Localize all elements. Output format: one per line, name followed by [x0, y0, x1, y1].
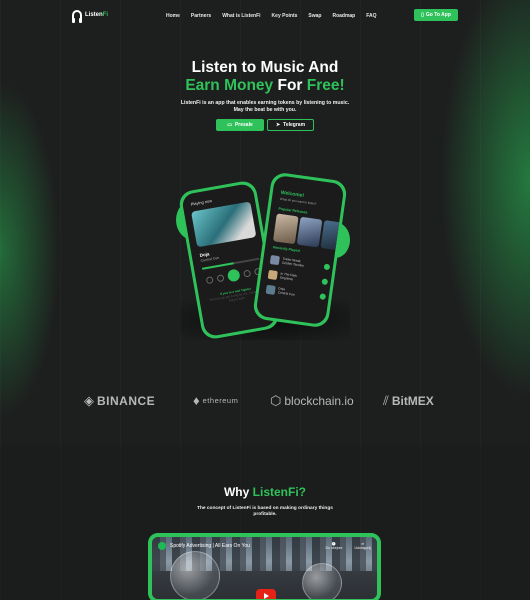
phone-icon: ▯ [421, 12, 424, 18]
nav-item-faq[interactable]: FAQ [366, 13, 376, 19]
release-thumb[interactable] [272, 213, 299, 245]
headline-line2: Earn Money For Free! [185, 77, 345, 94]
partner-binance[interactable]: ◈ BINANCE [84, 391, 155, 411]
partner-blockchain[interactable]: ⬡ blockchain.io [270, 391, 354, 411]
telegram-label: Telegram [283, 122, 306, 128]
player-header: Playing now [190, 198, 213, 207]
video-header: Spotify Advertising | All Ears On You 🕘 D… [158, 541, 371, 551]
hero-subtitle: ListenFi is an app that enables earning … [180, 100, 350, 113]
play-icon[interactable] [319, 293, 327, 301]
release-thumb[interactable] [296, 216, 323, 248]
previous-icon[interactable] [216, 273, 225, 282]
bubble-image [302, 563, 342, 599]
nav-menu: Home Partners What is ListenFi Key Point… [166, 13, 388, 19]
nav-item-swap[interactable]: Swap [308, 13, 321, 19]
presale-label: Presale [234, 122, 253, 128]
play-icon[interactable] [226, 268, 241, 283]
shuffle-icon[interactable] [205, 275, 214, 284]
partner-bitmex[interactable]: ⫽ BitMEX [383, 391, 434, 411]
spotify-icon [158, 542, 166, 550]
partner-ethereum[interactable]: ♦ ethereum [193, 391, 238, 411]
release-thumbnails [272, 213, 345, 251]
go-to-app-button[interactable]: ▯ Go To App [414, 9, 458, 21]
nav-item-home[interactable]: Home [166, 13, 180, 19]
why-subtitle: The concept of ListenFi is based on maki… [197, 506, 333, 517]
partners-row: ◈ BINANCE ♦ ethereum ⬡ blockchain.io ⫽ B… [0, 391, 530, 413]
nav-item-key-points[interactable]: Key Points [272, 13, 298, 19]
nav-item-what-is[interactable]: What is ListenFi [222, 13, 260, 19]
logo-text: ListenFi [85, 12, 109, 18]
wallet-icon: ▭ [227, 122, 232, 128]
player-controls [205, 265, 262, 287]
headline-line1: Listen to Music And [191, 59, 339, 76]
navbar: ListenFi Home Partners What is ListenFi … [0, 9, 530, 25]
headphones-icon [72, 10, 82, 23]
track-text: In The Dark Drippless [279, 271, 298, 282]
hero-section: ListenFi Home Partners What is ListenFi … [0, 0, 530, 445]
hero-headline: Listen to Music And Earn Money For Free! [0, 59, 530, 95]
telegram-icon: ➤ [275, 122, 281, 128]
recently-played-label: Recently Played [272, 245, 300, 253]
next-icon[interactable] [242, 269, 252, 278]
bubble-image [170, 551, 220, 599]
telegram-button[interactable]: ➤ Telegram [267, 119, 314, 131]
youtube-play-icon[interactable] [256, 589, 276, 599]
blockchain-logo-icon: ⬡ [270, 393, 282, 408]
logo[interactable]: ListenFi [72, 10, 109, 23]
binance-logo-icon: ◈ [84, 393, 94, 408]
nav-item-partners[interactable]: Partners [191, 13, 211, 19]
track-text: Trailer Break Golden Tacoleo [281, 256, 305, 268]
video-player[interactable]: Spotify Advertising | All Ears On You 🕘 D… [148, 533, 381, 600]
phone-mockups: Playing now Doja Central Cee If you're a… [170, 170, 360, 360]
track-text: Doja Central Cee [277, 286, 296, 297]
presale-button[interactable]: ▭ Presale [216, 119, 264, 131]
track-cover [267, 269, 278, 280]
nav-item-roadmap[interactable]: Roadmap [332, 13, 355, 19]
album-art [191, 201, 257, 248]
play-icon[interactable] [323, 263, 331, 271]
video-title[interactable]: Spotify Advertising | All Ears On You [170, 543, 314, 549]
bitmex-logo-icon: ⫽ [383, 393, 389, 408]
share-button[interactable]: ➦ Udostępnij [354, 542, 371, 550]
ethereum-logo-icon: ♦ [193, 393, 200, 408]
watch-later-button[interactable]: 🕘 Do obejrze [326, 542, 343, 550]
why-section: Why ListenFi? The concept of ListenFi is… [0, 445, 530, 600]
play-icon[interactable] [321, 278, 329, 286]
why-title: Why ListenFi? [223, 485, 307, 499]
track-cover [269, 254, 281, 265]
go-to-app-label: Go To App [425, 12, 451, 18]
track-cover [265, 284, 276, 295]
